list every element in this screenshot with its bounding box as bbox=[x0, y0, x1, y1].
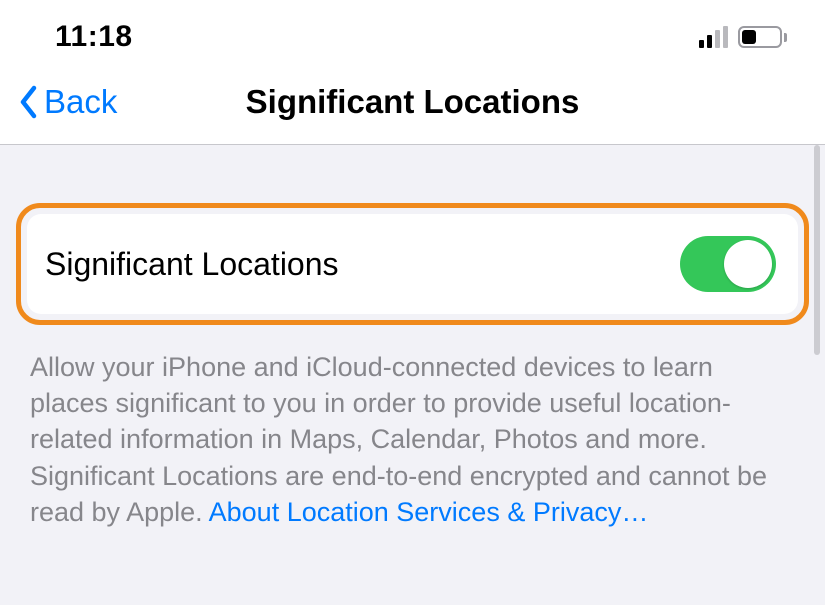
significant-locations-row: Significant Locations bbox=[27, 214, 798, 314]
privacy-link[interactable]: About Location Services & Privacy… bbox=[209, 497, 649, 527]
status-bar: 11:18 bbox=[0, 0, 825, 60]
row-label: Significant Locations bbox=[45, 246, 339, 283]
page-title: Significant Locations bbox=[0, 83, 825, 121]
scroll-indicator[interactable] bbox=[814, 145, 820, 355]
nav-bar: Back Significant Locations bbox=[0, 60, 825, 144]
back-button[interactable]: Back bbox=[18, 83, 117, 121]
highlight-box: Significant Locations bbox=[16, 203, 809, 325]
chevron-left-icon bbox=[18, 85, 40, 119]
back-label: Back bbox=[44, 83, 117, 121]
battery-icon bbox=[738, 26, 787, 48]
settings-screen: 11:18 Back Significant Locations Sig bbox=[0, 0, 825, 605]
status-time: 11:18 bbox=[55, 20, 133, 54]
toggle-knob bbox=[724, 240, 772, 288]
content-area: Significant Locations Allow your iPhone … bbox=[0, 145, 825, 605]
cellular-signal-icon bbox=[699, 26, 728, 48]
status-icons bbox=[699, 26, 787, 48]
footer-description: Allow your iPhone and iCloud-connected d… bbox=[0, 325, 825, 530]
significant-locations-toggle[interactable] bbox=[680, 236, 776, 292]
